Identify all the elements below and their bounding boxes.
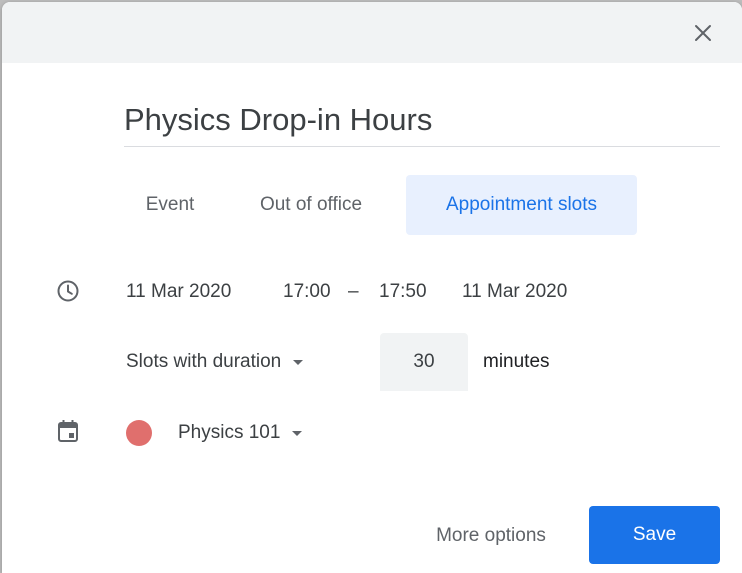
more-options-button[interactable]: More options — [406, 516, 576, 556]
time-separator: – — [348, 281, 359, 302]
close-button[interactable] — [686, 16, 720, 50]
tab-event[interactable]: Event — [128, 175, 212, 235]
slot-mode-dropdown[interactable]: Slots with duration — [126, 351, 304, 373]
chevron-down-icon — [293, 359, 304, 365]
event-dialog: Physics Drop-in Hours Event Out of offic… — [2, 2, 742, 573]
tab-appointment-slots[interactable]: Appointment slots — [406, 175, 637, 235]
end-time[interactable]: 17:50 — [379, 281, 427, 303]
start-time[interactable]: 17:00 — [283, 281, 331, 303]
save-button[interactable]: Save — [589, 506, 720, 564]
calendar-dropdown[interactable]: Physics 101 — [178, 422, 303, 444]
calendar-name: Physics 101 — [178, 422, 281, 443]
chevron-down-icon — [292, 430, 303, 436]
slot-mode-label: Slots with duration — [126, 351, 282, 372]
duration-unit-label: minutes — [483, 351, 550, 372]
event-title[interactable]: Physics Drop-in Hours — [124, 102, 432, 138]
end-date[interactable]: 11 Mar 2020 — [462, 281, 567, 303]
close-icon — [695, 25, 711, 41]
duration-input[interactable] — [380, 333, 468, 391]
calendar-color-swatch[interactable] — [126, 420, 152, 446]
start-date[interactable]: 11 Mar 2020 — [126, 281, 231, 303]
clock-icon — [55, 278, 81, 304]
tab-out-of-office[interactable]: Out of office — [232, 175, 390, 235]
event-title-field[interactable]: Physics Drop-in Hours — [124, 90, 720, 147]
calendar-icon — [55, 418, 81, 444]
dialog-header — [2, 2, 742, 63]
